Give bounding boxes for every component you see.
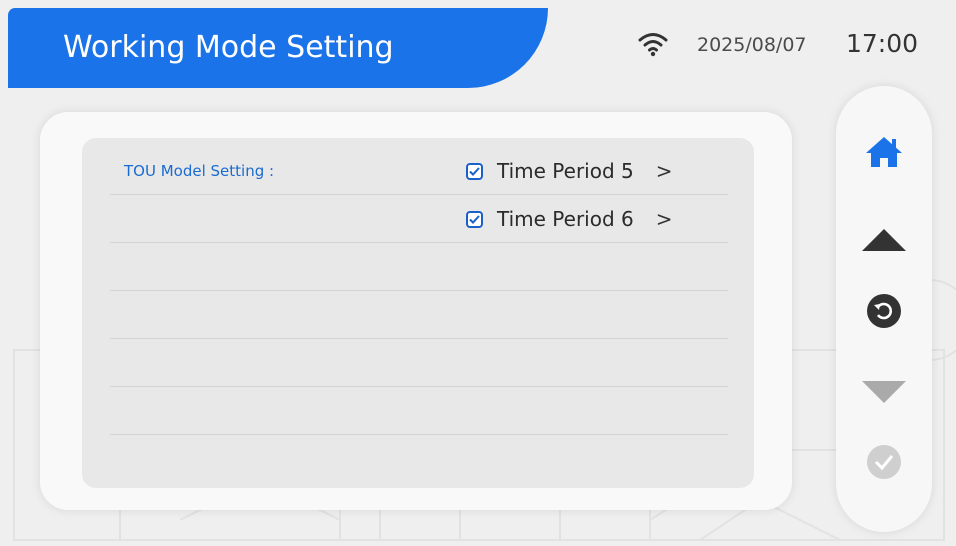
home-icon <box>866 137 902 167</box>
chevron-right-icon[interactable]: > <box>656 159 673 183</box>
back-icon <box>867 294 901 328</box>
confirm-icon <box>867 445 901 479</box>
arrow-up-button[interactable] <box>858 218 910 262</box>
chevron-right-icon[interactable]: > <box>656 207 673 231</box>
confirm-button[interactable] <box>858 440 910 484</box>
check-icon <box>469 214 480 224</box>
row-divider <box>110 338 728 339</box>
date-display: 2025/08/07 <box>697 34 807 56</box>
arrow-up-icon <box>862 229 906 251</box>
row-divider <box>110 386 728 387</box>
wifi-icon <box>638 33 668 57</box>
page-title: Working Mode Setting <box>8 8 548 88</box>
option-time-period-6[interactable]: Time Period 6 > <box>466 205 673 233</box>
back-button[interactable] <box>858 289 910 333</box>
arrow-down-icon <box>862 381 906 403</box>
check-icon <box>469 166 480 176</box>
row-divider <box>110 242 728 243</box>
time-display: 17:00 <box>846 29 919 58</box>
checkbox-time-period-6[interactable] <box>466 210 483 228</box>
arrow-down-button[interactable] <box>858 370 910 414</box>
settings-list <box>82 138 754 488</box>
row-divider <box>110 290 728 291</box>
option-label: Time Period 5 <box>497 159 634 183</box>
option-label: Time Period 6 <box>497 207 634 231</box>
row-divider <box>110 194 728 195</box>
home-button[interactable] <box>858 130 910 174</box>
tou-model-label: TOU Model Setting : <box>124 162 275 180</box>
row-divider <box>110 434 728 435</box>
checkbox-time-period-5[interactable] <box>466 162 483 180</box>
option-time-period-5[interactable]: Time Period 5 > <box>466 157 673 185</box>
